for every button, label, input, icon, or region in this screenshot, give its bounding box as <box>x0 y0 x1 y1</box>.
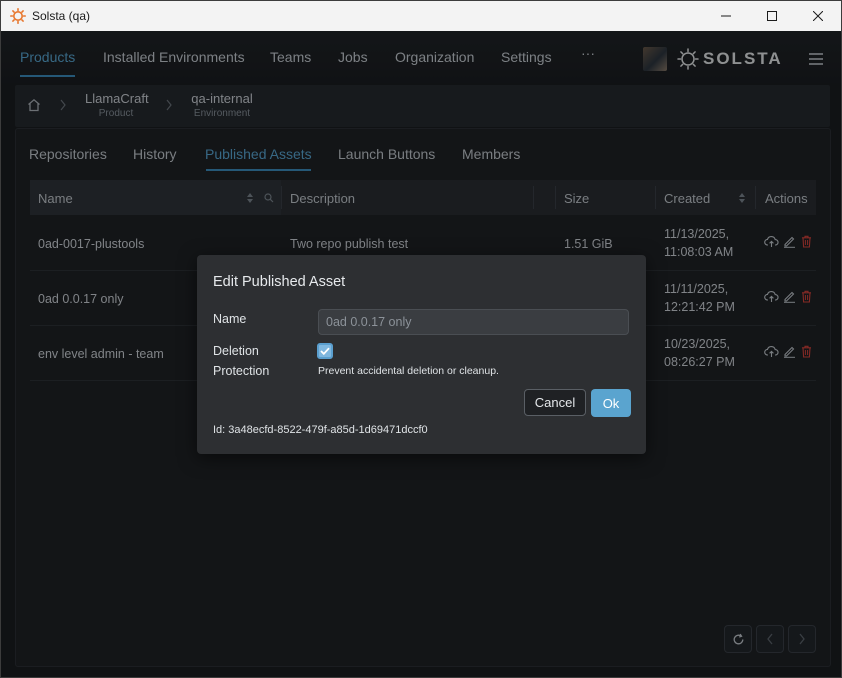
title-bar: Solsta (qa) <box>1 1 841 31</box>
asset-id: Id: 3a48ecfd-8522-479f-a85d-1d69471dccf0 <box>213 424 428 436</box>
window-title: Solsta (qa) <box>32 9 91 23</box>
deletion-protection-label-line1: Deletion <box>213 344 259 358</box>
edit-published-asset-dialog: Edit Published Asset Name Deletion Prote… <box>197 255 646 454</box>
name-label: Name <box>213 312 247 326</box>
maximize-button[interactable] <box>749 1 795 31</box>
minimize-icon <box>721 15 731 17</box>
cancel-button[interactable]: Cancel <box>524 389 586 416</box>
ok-button[interactable]: Ok <box>591 389 631 417</box>
dialog-title: Edit Published Asset <box>213 274 346 290</box>
minimize-button[interactable] <box>703 1 749 31</box>
close-button[interactable] <box>795 1 841 31</box>
solsta-app-icon <box>10 8 26 24</box>
deletion-protection-checkbox[interactable] <box>317 343 333 359</box>
close-icon <box>813 11 823 21</box>
deletion-protection-label-line2: Protection <box>213 364 270 378</box>
name-input[interactable] <box>318 309 629 335</box>
app-window: Solsta (qa) Products Installed Environme… <box>0 0 842 678</box>
maximize-icon <box>767 11 777 21</box>
checkmark-icon <box>320 347 330 355</box>
deletion-protection-hint: Prevent accidental deletion or cleanup. <box>318 365 499 377</box>
